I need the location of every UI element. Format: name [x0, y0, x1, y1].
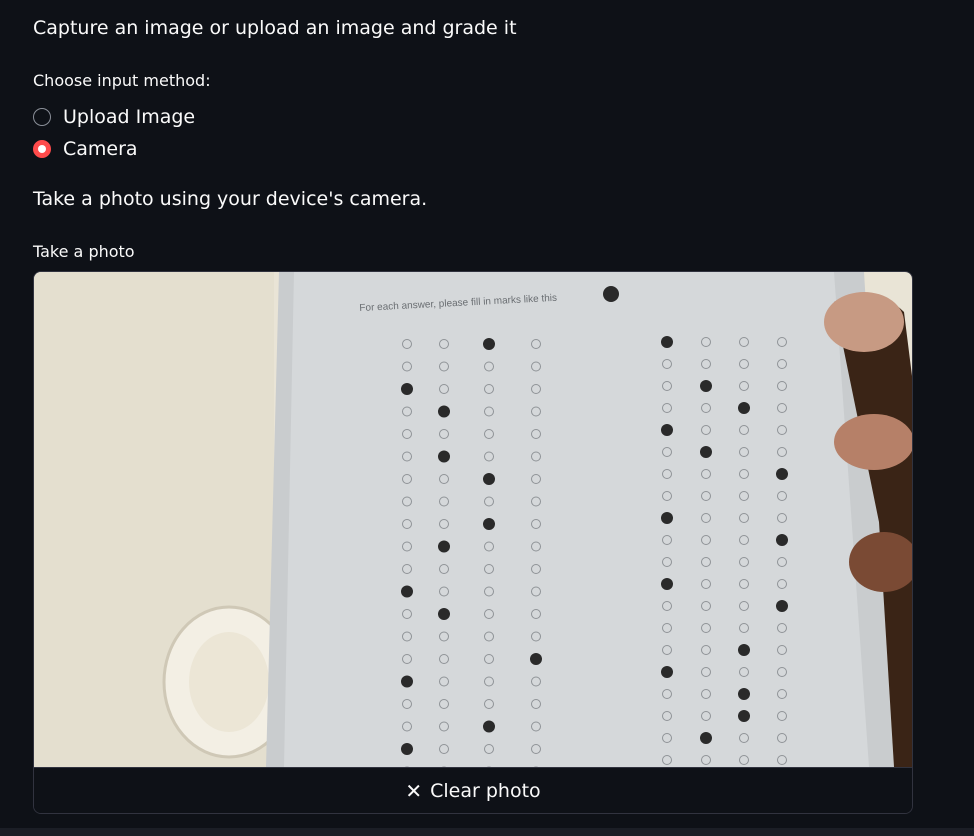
radio-camera[interactable]: Camera	[33, 138, 138, 160]
clear-photo-button[interactable]: ✕ Clear photo	[34, 767, 912, 813]
radio-selected-icon[interactable]	[33, 140, 51, 158]
camera-label: Take a photo	[33, 242, 135, 261]
bottom-strip	[0, 828, 974, 836]
radio-circle-icon[interactable]	[33, 108, 51, 126]
captured-photo: For each answer, please fill in marks li…	[34, 272, 912, 767]
page-intro: Capture an image or upload an image and …	[33, 17, 517, 39]
radio-label: Camera	[63, 138, 138, 160]
camera-widget: For each answer, please fill in marks li…	[33, 271, 913, 814]
camera-instructions: Take a photo using your device's camera.	[33, 188, 428, 210]
x-icon: ✕	[405, 779, 423, 803]
radio-label: Upload Image	[63, 106, 196, 128]
clear-photo-label: Clear photo	[430, 780, 541, 802]
radio-upload-image[interactable]: Upload Image	[33, 106, 195, 128]
input-method-label: Choose input method:	[33, 71, 211, 90]
